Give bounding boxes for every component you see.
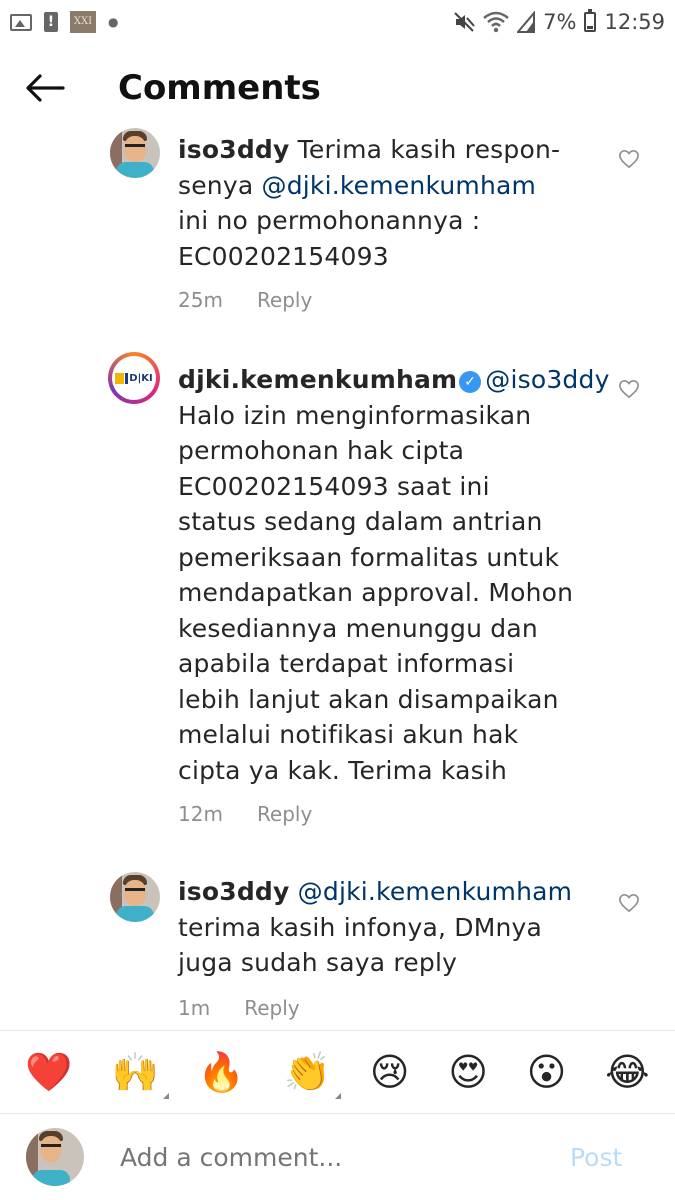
comment-username[interactable]: iso3ddy bbox=[178, 877, 290, 906]
heart-icon bbox=[619, 379, 639, 399]
mention-link[interactable]: @djki.kemenkumham bbox=[298, 877, 573, 906]
battery-icon bbox=[584, 9, 597, 32]
signal-icon bbox=[517, 11, 536, 33]
emoji-clapping-button[interactable]: 👏 bbox=[283, 1050, 342, 1099]
comment-text: terima kasih infonya, DMnya bbox=[178, 912, 543, 942]
djki-logo-icon: D|KI bbox=[115, 372, 153, 384]
comment-input[interactable] bbox=[118, 1141, 562, 1173]
emoji-heart-eyes-button[interactable]: 😍 bbox=[448, 1053, 488, 1091]
status-bar-right: 7% 12:59 bbox=[453, 9, 665, 34]
emoji-raised-hands-button[interactable]: 🙌 bbox=[111, 1050, 169, 1099]
comment-text: EC00202154093 saat ini bbox=[178, 471, 490, 501]
verified-badge-icon: ✓ bbox=[459, 371, 482, 393]
comment-time: 1m bbox=[178, 996, 211, 1020]
image-icon bbox=[10, 13, 32, 31]
comment-text: juga sudah saya reply bbox=[178, 948, 458, 977]
comment-text: status sedang dalam antrian bbox=[178, 507, 543, 536]
comment-text: Terima kasih respon- bbox=[297, 135, 561, 164]
comment-composer: Post bbox=[0, 1114, 675, 1200]
battery-percentage: 7% bbox=[543, 10, 577, 34]
post-button[interactable]: Post bbox=[570, 1143, 622, 1172]
skin-tone-corner-icon bbox=[335, 1093, 342, 1099]
app-bar: Comments bbox=[0, 50, 675, 126]
arrow-left-icon bbox=[26, 74, 65, 102]
comment-time: 25m bbox=[178, 288, 223, 312]
mute-icon bbox=[454, 12, 475, 32]
comment-text: permohonan hak cipta bbox=[178, 436, 465, 465]
reply-button[interactable]: Reply bbox=[257, 802, 312, 826]
heart-icon bbox=[619, 149, 639, 169]
comment-meta: 12m Reply bbox=[178, 802, 312, 826]
comment-text: mendapatkan approval. Mohon bbox=[178, 578, 574, 607]
wifi-icon bbox=[483, 11, 509, 33]
heart-icon bbox=[619, 893, 639, 913]
comment-text: pemeriksaan formalitas untuk bbox=[178, 542, 560, 572]
back-button[interactable] bbox=[0, 50, 90, 126]
comment-username[interactable]: iso3ddy bbox=[178, 135, 290, 164]
emoji-fire-button[interactable]: 🔥 bbox=[198, 1053, 245, 1091]
emoji-raised-hands-glyph: 🙌 bbox=[111, 1050, 159, 1094]
comment-time: 12m bbox=[178, 802, 223, 826]
xxi-app-icon: XXI bbox=[70, 11, 96, 33]
alert-icon: ! bbox=[44, 12, 58, 32]
avatar[interactable]: D|KI bbox=[108, 352, 160, 404]
comment-text: kesediannya menunggu dan bbox=[178, 613, 538, 643]
comment-meta: 25m Reply bbox=[178, 288, 312, 312]
comment-text: ini no permohonannya : bbox=[178, 206, 481, 235]
reply-button[interactable]: Reply bbox=[257, 288, 312, 312]
comment-text: lebih lanjut akan disampaikan bbox=[178, 684, 559, 714]
avatar bbox=[26, 1128, 84, 1186]
emoji-heart-button[interactable]: ❤️ bbox=[25, 1053, 72, 1091]
comment-text: apabila terdapat informasi bbox=[178, 649, 515, 678]
comment-body: iso3ddy Terima kasih respon- senya @djki… bbox=[178, 132, 618, 274]
comment-username[interactable]: djki.kemenkumham bbox=[178, 365, 457, 394]
comment-text: senya bbox=[178, 170, 262, 200]
skin-tone-corner-icon bbox=[162, 1093, 169, 1099]
emoji-clapping-glyph: 👏 bbox=[283, 1050, 332, 1094]
avatar[interactable] bbox=[110, 872, 160, 922]
status-bar: ! XXI ● 7% 12:59 bbox=[0, 0, 675, 44]
comment-body: djki.kemenkumham ✓ @iso3ddy Halo izin meng… bbox=[178, 362, 618, 788]
comment-text: Halo izin menginformasikan bbox=[178, 400, 532, 430]
emoji-crying-button[interactable]: 😢 bbox=[370, 1053, 410, 1091]
status-bar-left: ! XXI ● bbox=[10, 11, 118, 33]
avatar[interactable] bbox=[110, 128, 160, 178]
emoji-surprised-button[interactable]: 😮 bbox=[527, 1053, 567, 1091]
comment-text: EC00202154093 bbox=[178, 241, 389, 271]
like-button[interactable] bbox=[616, 146, 642, 172]
reply-button[interactable]: Reply bbox=[244, 996, 299, 1020]
status-time: 12:59 bbox=[604, 10, 665, 34]
comment-text: cipta ya kak. Terima kasih bbox=[178, 755, 508, 785]
page-title: Comments bbox=[118, 68, 321, 108]
comment-body: iso3ddy @djki.kemenkumham terima kasih i… bbox=[178, 874, 618, 981]
emoji-laughing-button[interactable]: 😂 bbox=[605, 1053, 649, 1091]
like-button[interactable] bbox=[616, 890, 642, 916]
dot-icon: ● bbox=[108, 15, 119, 29]
mention-link[interactable]: @djki.kemenkumham bbox=[262, 171, 537, 200]
comment-meta: 1m Reply bbox=[178, 996, 300, 1020]
comment-text: melalui notifikasi akun hak bbox=[178, 720, 519, 749]
mention-link[interactable]: @iso3ddy bbox=[485, 365, 609, 394]
emoji-quick-bar: ❤️ 🙌 🔥 👏 😢 😍 😮 😂 bbox=[0, 1030, 675, 1114]
like-button[interactable] bbox=[616, 376, 642, 402]
